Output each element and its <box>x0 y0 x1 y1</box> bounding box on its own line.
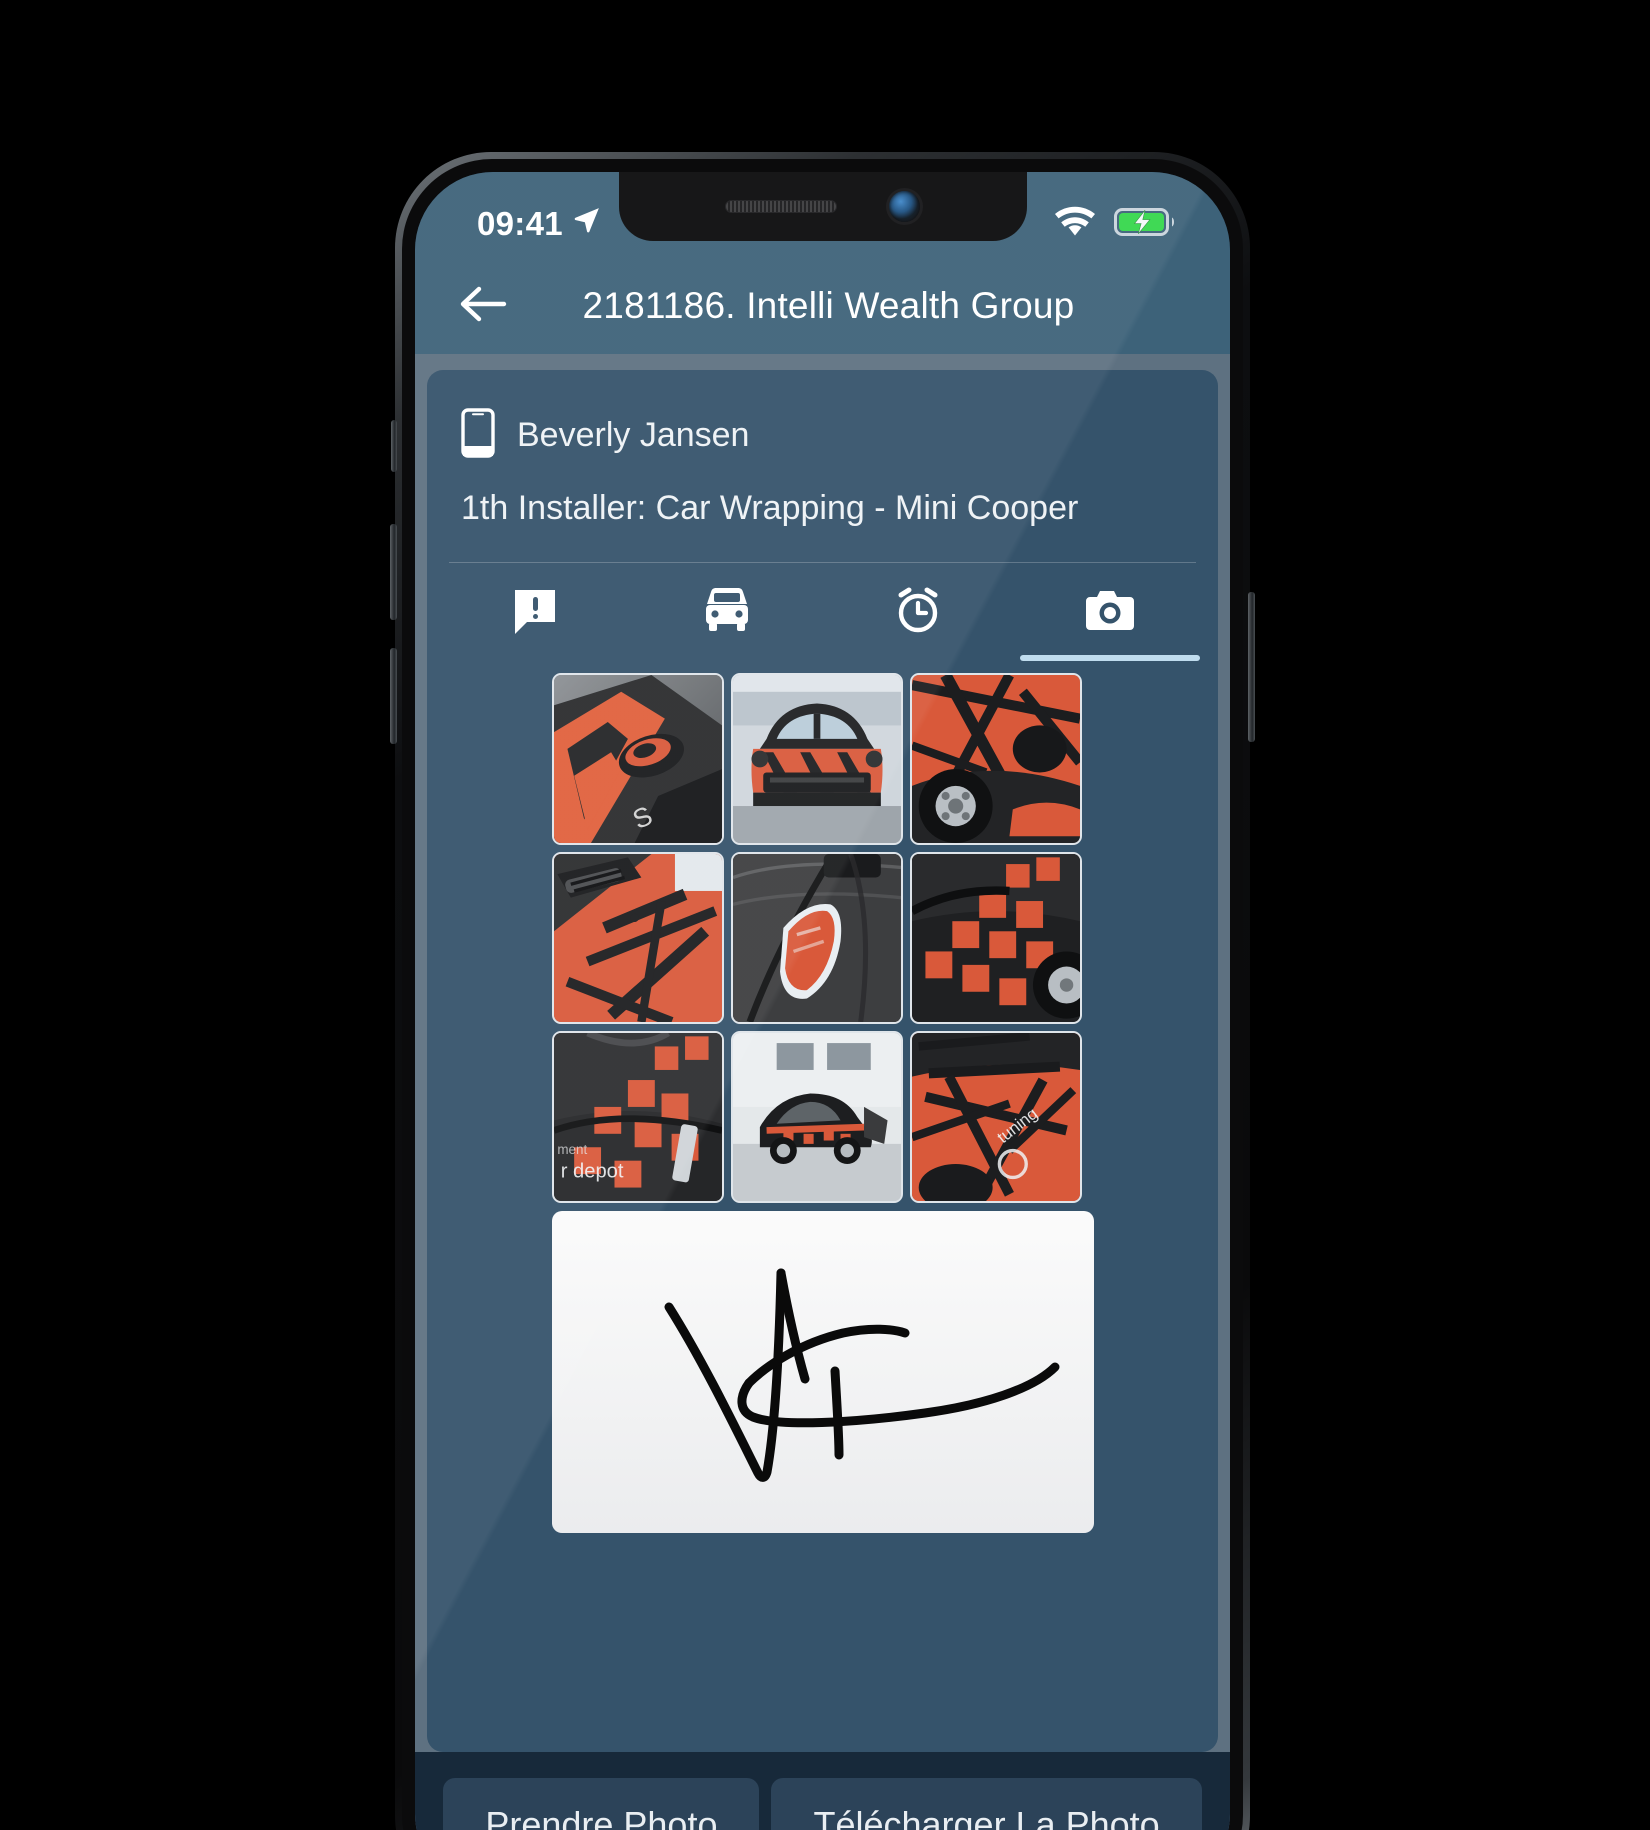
battery-charging-icon <box>1114 206 1178 243</box>
mobile-phone-icon <box>461 408 495 463</box>
tab-vehicle[interactable] <box>631 563 823 661</box>
photo-thumbnail[interactable] <box>730 852 903 1024</box>
device-notch <box>618 172 1027 241</box>
tab-indicator <box>1020 655 1200 661</box>
tab-alarm[interactable] <box>823 563 1015 661</box>
comment-alert-icon <box>509 584 561 641</box>
photo-grid: S r depot ment tuning <box>551 673 1094 1203</box>
app-header: 2181186. Intelli Wealth Group <box>415 258 1230 354</box>
wifi-icon <box>1053 206 1097 243</box>
screenshot-root: 09:41 2181186. Intelli Wealth Group Beve… <box>0 0 1650 1830</box>
photo-thumbnail[interactable] <box>730 1031 903 1203</box>
phone-screen: 09:41 2181186. Intelli Wealth Group Beve… <box>415 172 1230 1830</box>
phone-bezel: 09:41 2181186. Intelli Wealth Group Beve… <box>402 159 1243 1830</box>
photo-gallery-scroll[interactable]: S r depot ment tuning <box>427 661 1218 1752</box>
back-button[interactable] <box>449 270 521 342</box>
photo-thumbnail[interactable] <box>909 673 1082 845</box>
contact-name: Beverly Jansen <box>517 416 750 454</box>
take-photo-button[interactable]: Prendre Photo <box>443 1778 760 1830</box>
tab-notes[interactable] <box>439 563 631 661</box>
alarm-clock-icon <box>891 583 945 642</box>
page-body: Beverly Jansen 1th Installer: Car Wrappi… <box>415 354 1230 1830</box>
status-time: 09:41 <box>477 205 563 242</box>
photo-thumbnail[interactable]: S <box>551 673 724 845</box>
volume-up-button[interactable] <box>390 524 397 620</box>
tab-indicator <box>829 655 1009 661</box>
location-arrow-icon <box>572 205 602 243</box>
earpiece-speaker-icon <box>725 200 837 213</box>
action-bar: Prendre Photo Télécharger La Photo <box>415 1752 1230 1830</box>
volume-down-button[interactable] <box>390 648 397 744</box>
front-camera-icon <box>889 191 920 222</box>
contact-row: Beverly Jansen <box>427 370 1218 463</box>
tab-bar <box>427 563 1218 661</box>
job-card: Beverly Jansen 1th Installer: Car Wrappi… <box>427 370 1218 1752</box>
photo-thumbnail[interactable]: r depot ment <box>551 1031 724 1203</box>
car-front-icon <box>698 584 756 641</box>
signature-image[interactable] <box>551 1211 1094 1533</box>
page-title: 2181186. Intelli Wealth Group <box>582 285 1075 326</box>
svg-text:ment: ment <box>557 1142 587 1157</box>
tab-indicator <box>637 655 817 661</box>
mute-switch[interactable] <box>391 420 397 472</box>
upload-photo-button[interactable]: Télécharger La Photo <box>771 1778 1202 1830</box>
tab-indicator <box>445 655 625 661</box>
svg-text:r depot: r depot <box>560 1160 623 1182</box>
status-bar-left: 09:41 <box>477 205 602 243</box>
camera-icon <box>1082 586 1138 639</box>
back-arrow-icon <box>459 283 511 330</box>
photo-thumbnail[interactable]: tuning <box>909 1031 1082 1203</box>
power-button[interactable] <box>1248 592 1255 742</box>
tab-photos[interactable] <box>1014 563 1206 661</box>
job-subtitle: 1th Installer: Car Wrapping - Mini Coope… <box>461 489 1079 527</box>
status-bar-right <box>1053 206 1178 243</box>
photo-thumbnail[interactable] <box>730 673 903 845</box>
photo-thumbnail[interactable] <box>909 852 1082 1024</box>
photo-thumbnail[interactable] <box>551 852 724 1024</box>
phone-device: 09:41 2181186. Intelli Wealth Group Beve… <box>390 152 1255 1830</box>
